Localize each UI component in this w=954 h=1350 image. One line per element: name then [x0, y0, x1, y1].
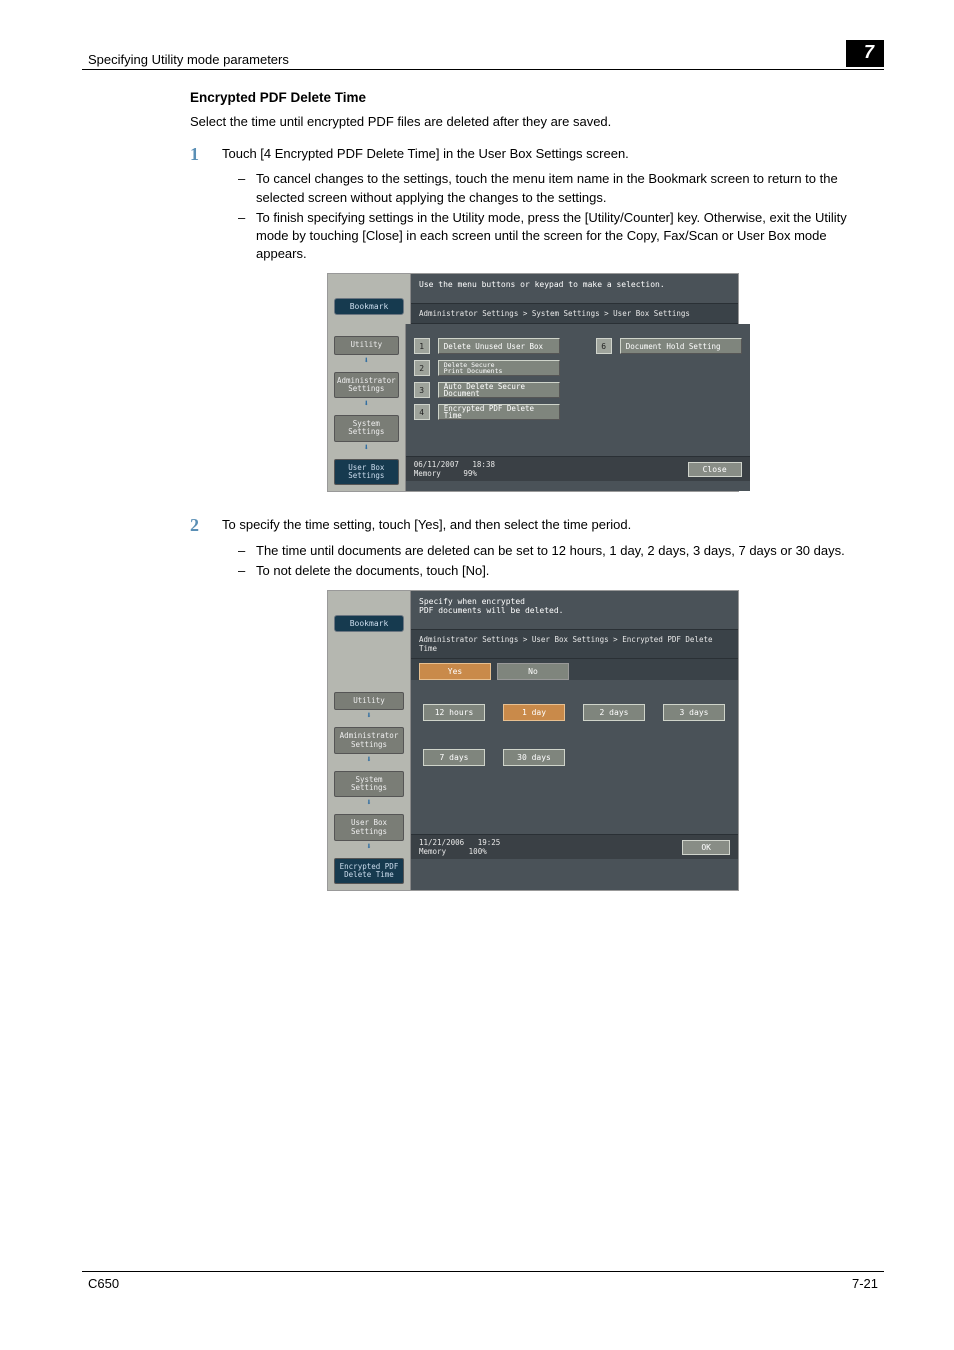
menu-auto-delete-secure-document[interactable]: Auto Delete Secure Document: [438, 382, 560, 398]
nav-user-box-settings[interactable]: User Box Settings: [334, 459, 399, 486]
ok-button[interactable]: OK: [682, 840, 730, 855]
no-button[interactable]: No: [497, 663, 569, 680]
time-30-days[interactable]: 30 days: [503, 749, 565, 766]
close-button[interactable]: Close: [688, 462, 742, 477]
time-2-days[interactable]: 2 days: [583, 704, 645, 721]
nav-encrypted-pdf-delete-time[interactable]: Encrypted PDF Delete Time: [334, 858, 404, 885]
menu-index: 2: [414, 360, 430, 376]
menu-document-hold-setting[interactable]: Document Hold Setting: [620, 338, 742, 354]
nav-admin-settings[interactable]: Administrator Settings: [334, 372, 399, 399]
step-number: 1: [190, 145, 222, 165]
screenshot-user-box-settings: Bookmark Use the menu buttons or keypad …: [327, 273, 739, 492]
status-info: 06/11/2007 18:38 Memory 99%: [414, 460, 495, 478]
bullet-text: To finish specifying settings in the Uti…: [256, 209, 876, 264]
bullet-text: To cancel changes to the settings, touch…: [256, 170, 876, 206]
footer-page-number: 7-21: [852, 1276, 878, 1291]
down-arrow-icon: ⬇: [332, 798, 406, 808]
bookmark-tab[interactable]: Bookmark: [334, 298, 404, 315]
step-text: Touch [4 Encrypted PDF Delete Time] in t…: [222, 145, 876, 165]
step-text: To specify the time setting, touch [Yes]…: [222, 516, 876, 536]
running-head: Specifying Utility mode parameters: [88, 52, 289, 67]
nav-utility[interactable]: Utility: [334, 336, 399, 354]
step-1: 1 Touch [4 Encrypted PDF Delete Time] in…: [190, 145, 876, 165]
down-arrow-icon: ⬇: [332, 356, 401, 366]
down-arrow-icon: ⬇: [332, 399, 401, 409]
menu-index: 1: [414, 338, 430, 354]
nav-user-box-settings[interactable]: User Box Settings: [334, 814, 404, 841]
menu-encrypted-pdf-delete-time[interactable]: Encrypted PDF Delete Time: [438, 404, 560, 420]
bullet-text: The time until documents are deleted can…: [256, 542, 845, 560]
nav-utility[interactable]: Utility: [334, 692, 404, 710]
screen-instruction: Specify when encryptedPDF documents will…: [411, 591, 738, 629]
menu-index: 4: [414, 404, 430, 420]
section-heading: Encrypted PDF Delete Time: [190, 90, 876, 105]
menu-delete-secure-print-documents[interactable]: Delete Secure Print Documents: [438, 360, 560, 376]
step-2: 2 To specify the time setting, touch [Ye…: [190, 516, 876, 536]
screenshot-encrypted-pdf-delete-time: Bookmark Specify when encryptedPDF docum…: [327, 590, 739, 891]
screen-instruction: Use the menu buttons or keypad to make a…: [411, 274, 738, 303]
yes-button[interactable]: Yes: [419, 663, 491, 680]
down-arrow-icon: ⬇: [332, 711, 406, 721]
step-number: 2: [190, 516, 222, 536]
intro-paragraph: Select the time until encrypted PDF file…: [190, 113, 876, 131]
menu-index: 6: [596, 338, 612, 354]
time-1-day[interactable]: 1 day: [503, 704, 565, 721]
status-info: 11/21/2006 19:25 Memory 100%: [419, 838, 500, 856]
breadcrumb: Administrator Settings > User Box Settin…: [411, 629, 738, 659]
time-7-days[interactable]: 7 days: [423, 749, 485, 766]
breadcrumb: Administrator Settings > System Settings…: [411, 303, 738, 324]
menu-index: 3: [414, 382, 430, 398]
bookmark-tab[interactable]: Bookmark: [334, 615, 404, 632]
footer-model: C650: [88, 1276, 119, 1291]
down-arrow-icon: ⬇: [332, 755, 406, 765]
time-3-days[interactable]: 3 days: [663, 704, 725, 721]
down-arrow-icon: ⬇: [332, 842, 406, 852]
down-arrow-icon: ⬇: [332, 443, 401, 453]
time-12-hours[interactable]: 12 hours: [423, 704, 485, 721]
bullet-text: To not delete the documents, touch [No].: [256, 562, 489, 580]
chapter-number: 7: [846, 40, 884, 67]
menu-delete-unused-user-box[interactable]: Delete Unused User Box: [438, 338, 560, 354]
nav-system-settings[interactable]: System Settings: [334, 415, 399, 442]
step-2-bullets: The time until documents are deleted can…: [238, 542, 876, 580]
step-1-bullets: To cancel changes to the settings, touch…: [238, 170, 876, 263]
nav-admin-settings[interactable]: Administrator Settings: [334, 727, 404, 754]
nav-system-settings[interactable]: System Settings: [334, 771, 404, 798]
